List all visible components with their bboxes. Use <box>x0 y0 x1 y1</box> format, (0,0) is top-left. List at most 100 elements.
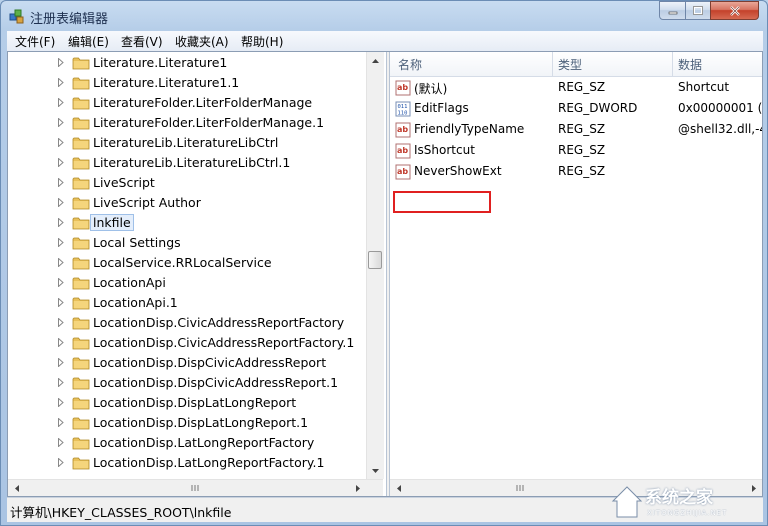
expand-arrow-icon[interactable] <box>58 358 64 367</box>
tree-item-label: LocationDisp.DispLatLongReport <box>93 395 297 410</box>
menu-bar: 文件(F) 编辑(E) 查看(V) 收藏夹(A) 帮助(H) <box>7 31 763 52</box>
tree-item[interactable]: Literature.Literature1 <box>8 53 366 73</box>
expand-arrow-icon[interactable] <box>58 138 64 147</box>
expand-arrow-icon[interactable] <box>58 238 64 247</box>
menu-favorites[interactable]: 收藏夹(A) <box>175 33 229 50</box>
svg-text:110: 110 <box>398 111 408 117</box>
expand-arrow-icon[interactable] <box>58 258 64 267</box>
expand-arrow-icon[interactable] <box>58 118 64 127</box>
tree-item-label: LocationDisp.CivicAddressReportFactory.1 <box>93 335 355 350</box>
list-scroll-left-button[interactable] <box>390 480 407 496</box>
expand-arrow-icon[interactable] <box>58 418 64 427</box>
tree-scroll-right-button[interactable] <box>349 480 366 496</box>
tree-item[interactable]: Local Settings <box>8 233 366 253</box>
folder-icon <box>72 217 90 230</box>
tree-item[interactable]: LocalService.RRLocalService <box>8 253 366 273</box>
expand-arrow-icon[interactable] <box>58 198 64 207</box>
tree-item[interactable]: LocationDisp.DispCivicAddressReport <box>8 353 366 373</box>
tree-item[interactable]: LocationDisp.DispCivicAddressReport.1 <box>8 373 366 393</box>
tree-item[interactable]: LiteratureLib.LiteratureLibCtrl.1 <box>8 153 366 173</box>
expand-arrow-icon[interactable] <box>58 278 64 287</box>
folder-icon <box>72 157 90 170</box>
tree-item[interactable]: LiteratureFolder.LiterFolderManage <box>8 93 366 113</box>
tree-item-label: LocationDisp.DispCivicAddressReport <box>93 355 327 370</box>
tree-item[interactable]: LiteratureFolder.LiterFolderManage.1 <box>8 113 366 133</box>
expand-arrow-icon[interactable] <box>58 158 64 167</box>
tree-item[interactable]: LocationDisp.DispLatLongReport.1 <box>8 413 366 433</box>
folder-icon <box>72 197 90 210</box>
tree-item[interactable]: LocationDisp.DispLatLongReport <box>8 393 366 413</box>
folder-icon <box>72 437 90 450</box>
expand-arrow-icon[interactable] <box>58 218 64 227</box>
close-button[interactable] <box>710 1 759 20</box>
column-header-type[interactable]: 类型 <box>558 56 582 73</box>
tree-scroll-left-button[interactable] <box>8 480 25 496</box>
scroll-up-button[interactable] <box>367 52 384 69</box>
tree-item[interactable]: LocationApi <box>8 273 366 293</box>
expand-arrow-icon[interactable] <box>58 458 64 467</box>
column-header-name[interactable]: 名称 <box>398 56 422 73</box>
folder-icon <box>72 317 90 330</box>
menu-edit[interactable]: 编辑(E) <box>68 33 109 50</box>
maximize-icon <box>693 6 703 15</box>
tree-vertical-scrollbar[interactable] <box>366 52 384 479</box>
title-bar[interactable]: 注册表编辑器 <box>1 1 767 31</box>
minimize-button[interactable] <box>659 1 686 20</box>
expand-arrow-icon[interactable] <box>58 298 64 307</box>
expand-arrow-icon[interactable] <box>58 318 64 327</box>
expand-arrow-icon[interactable] <box>58 78 64 87</box>
tree-item[interactable]: LocationDisp.LatLongReportFactory.1 <box>8 453 366 473</box>
value-data: 0x00000001 (1 <box>678 101 762 115</box>
tree-item[interactable]: LiveScript <box>8 173 366 193</box>
tree-item-label: LocationDisp.CivicAddressReportFactory <box>93 315 345 330</box>
value-data: @shell32.dll,-4 <box>678 122 762 136</box>
maximize-button[interactable] <box>685 1 711 20</box>
expand-arrow-icon[interactable] <box>58 178 64 187</box>
values-list-pane[interactable]: 名称 类型 数据 ab (默认) REG_SZ Shortcut 011 110 EditF… <box>390 52 762 496</box>
menu-help[interactable]: 帮助(H) <box>241 33 283 50</box>
status-path: 计算机\HKEY_CLASSES_ROOT\lnkfile <box>10 505 232 520</box>
tree-item[interactable]: LiveScript Author <box>8 193 366 213</box>
tree-item[interactable]: LocationApi.1 <box>8 293 366 313</box>
tree-item[interactable]: lnkfile <box>8 213 366 233</box>
folder-icon <box>72 417 90 430</box>
value-row[interactable]: ab NeverShowExt REG_SZ <box>390 161 762 182</box>
folder-icon <box>72 117 90 130</box>
tree-item-label: Literature.Literature1 <box>93 55 228 70</box>
tree-horizontal-scrollbar[interactable] <box>8 479 383 496</box>
folder-icon <box>72 237 90 250</box>
column-divider[interactable] <box>552 52 553 76</box>
column-divider[interactable] <box>672 52 673 76</box>
svg-text:ab: ab <box>397 125 408 134</box>
value-name: NeverShowExt <box>414 164 502 178</box>
scroll-down-button[interactable] <box>367 462 384 479</box>
tree-item[interactable]: LocationDisp.CivicAddressReportFactory.1 <box>8 333 366 353</box>
expand-arrow-icon[interactable] <box>58 438 64 447</box>
column-header-data[interactable]: 数据 <box>678 56 702 73</box>
value-row[interactable]: ab (默认) REG_SZ Shortcut <box>390 77 762 98</box>
value-name: (默认) <box>414 82 448 96</box>
tree-item[interactable]: LocationDisp.LatLongReportFactory <box>8 433 366 453</box>
value-row[interactable]: 011 110 EditFlags REG_DWORD 0x00000001 (1 <box>390 98 762 119</box>
expand-arrow-icon[interactable] <box>58 338 64 347</box>
tree-item[interactable]: Literature.Literature1.1 <box>8 73 366 93</box>
menu-view[interactable]: 查看(V) <box>121 33 163 50</box>
expand-arrow-icon[interactable] <box>58 98 64 107</box>
folder-icon <box>72 137 90 150</box>
expand-arrow-icon[interactable] <box>58 58 64 67</box>
tree-item-label: LocationApi <box>93 275 166 290</box>
tree-item[interactable]: LiteratureLib.LiteratureLibCtrl <box>8 133 366 153</box>
folder-icon <box>72 397 90 410</box>
folder-icon <box>72 177 90 190</box>
menu-file[interactable]: 文件(F) <box>15 33 55 50</box>
tree-item-label: Literature.Literature1.1 <box>93 75 240 90</box>
vertical-scroll-thumb[interactable] <box>368 251 382 269</box>
tree-item[interactable]: LocationDisp.CivicAddressReportFactory <box>8 313 366 333</box>
value-row[interactable]: ab IsShortcut REG_SZ <box>390 140 762 161</box>
expand-arrow-icon[interactable] <box>58 378 64 387</box>
value-type: REG_SZ <box>558 143 606 157</box>
key-tree-pane[interactable]: Literature.Literature1 Literature.Literat… <box>8 52 386 496</box>
value-row[interactable]: ab FriendlyTypeName REG_SZ @shell32.dll,-4 <box>390 119 762 140</box>
expand-arrow-icon[interactable] <box>58 398 64 407</box>
string-value-icon: ab <box>395 80 411 96</box>
